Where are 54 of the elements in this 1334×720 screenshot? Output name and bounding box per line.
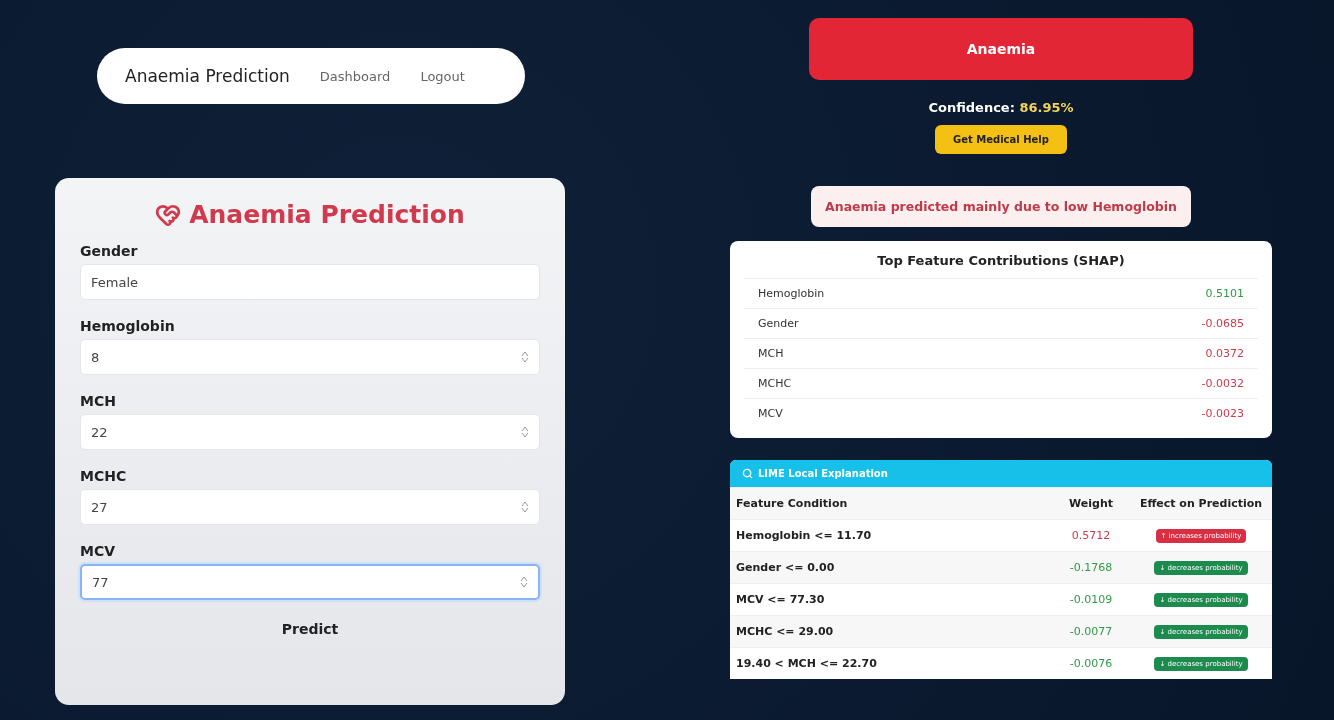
spinner-icon[interactable]: [520, 576, 528, 588]
input-field[interactable]: Female: [80, 264, 540, 300]
input-field[interactable]: 22: [80, 414, 540, 450]
reason-message: Anaemia predicted mainly due to low Hemoglobin: [811, 186, 1191, 227]
table-cell-text: -0.1768: [1068, 561, 1114, 574]
input-field[interactable]: 77: [80, 564, 540, 600]
search-icon: [742, 468, 753, 479]
column-header: Feature Condition: [736, 497, 849, 510]
feature-name: MCH: [758, 347, 784, 360]
form-title: Anaemia Prediction: [189, 200, 465, 229]
table-cell-text: -0.0109: [1068, 593, 1114, 606]
table-cell-text: MCHC <= 29.00: [736, 625, 835, 638]
table-cell-text: -0.0076: [1068, 657, 1114, 670]
feature-name: Hemoglobin: [758, 287, 825, 300]
spinner-icon[interactable]: [521, 426, 529, 438]
feature-value: 0.5101: [1205, 287, 1244, 300]
nav-link[interactable]: Dashboard: [319, 68, 391, 84]
medical-help-button[interactable]: Get Medical Help: [935, 125, 1067, 154]
table-cell-text: 0.5712: [1070, 529, 1112, 542]
table-cell-text: Gender <= 0.00: [736, 561, 836, 574]
field-label: Hemoglobin: [80, 318, 176, 334]
feature-value: 0.0372: [1205, 347, 1244, 360]
table-cell-text: -0.0077: [1068, 625, 1114, 638]
feature-value: -0.0685: [1201, 317, 1244, 330]
field-value: 8: [91, 349, 100, 365]
column-header: Weight: [1068, 497, 1114, 510]
field-label: Gender: [80, 243, 139, 259]
spinner-icon[interactable]: [521, 501, 529, 513]
field-value: Female: [91, 274, 138, 290]
field-label: MCH: [80, 393, 117, 409]
field-label: MCHC: [80, 468, 128, 484]
input-field[interactable]: 27: [80, 489, 540, 525]
shap-title: Top Feature Contributions (SHAP): [876, 253, 1126, 268]
table-cell-text: 19.40 < MCH <= 22.70: [736, 657, 878, 670]
feature-value: -0.0023: [1201, 407, 1244, 420]
column-header: Effect on Prediction: [1138, 497, 1264, 510]
spinner-icon[interactable]: [521, 351, 529, 363]
feature-name: MCHC: [758, 377, 792, 390]
lime-title: LIME Local Explanation: [758, 468, 888, 479]
brand-name[interactable]: Anaemia Prediction: [125, 66, 290, 86]
input-field[interactable]: 8: [80, 339, 540, 375]
field-value: 27: [91, 499, 108, 515]
nav-link[interactable]: Logout: [420, 68, 465, 84]
feature-name: MCV: [758, 407, 783, 420]
feature-name: Gender: [758, 317, 799, 330]
table-cell-text: MCV <= 77.30: [736, 593, 826, 606]
table-cell-text: Hemoglobin <= 11.70: [736, 529, 873, 542]
field-value: 22: [91, 424, 108, 440]
field-label: MCV: [80, 543, 117, 559]
confidence-text: Confidence: 86.95%: [928, 100, 1074, 115]
field-value: 77: [92, 574, 109, 590]
feature-value: -0.0032: [1201, 377, 1244, 390]
predict-button[interactable]: Predict: [275, 620, 345, 638]
result-banner: Anaemia: [809, 18, 1193, 80]
